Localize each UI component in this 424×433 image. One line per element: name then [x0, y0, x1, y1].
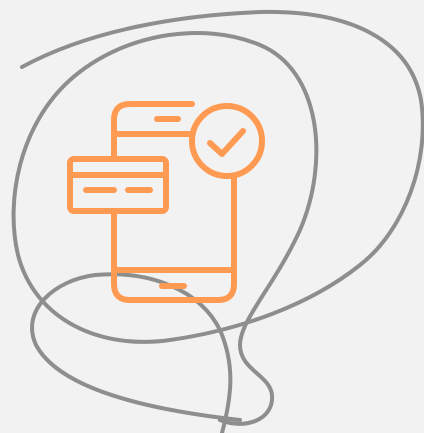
card-outline [67, 156, 169, 214]
checkmark-badge-icon [189, 103, 265, 179]
scribble-outer-stroke [11, 9, 424, 426]
illustration-svg [11, 9, 424, 433]
mobile-payment-icon [67, 101, 265, 303]
credit-card-icon [67, 156, 169, 214]
scribble-loop [11, 9, 424, 433]
illustration-canvas [0, 0, 424, 433]
badge-circle [189, 103, 265, 179]
